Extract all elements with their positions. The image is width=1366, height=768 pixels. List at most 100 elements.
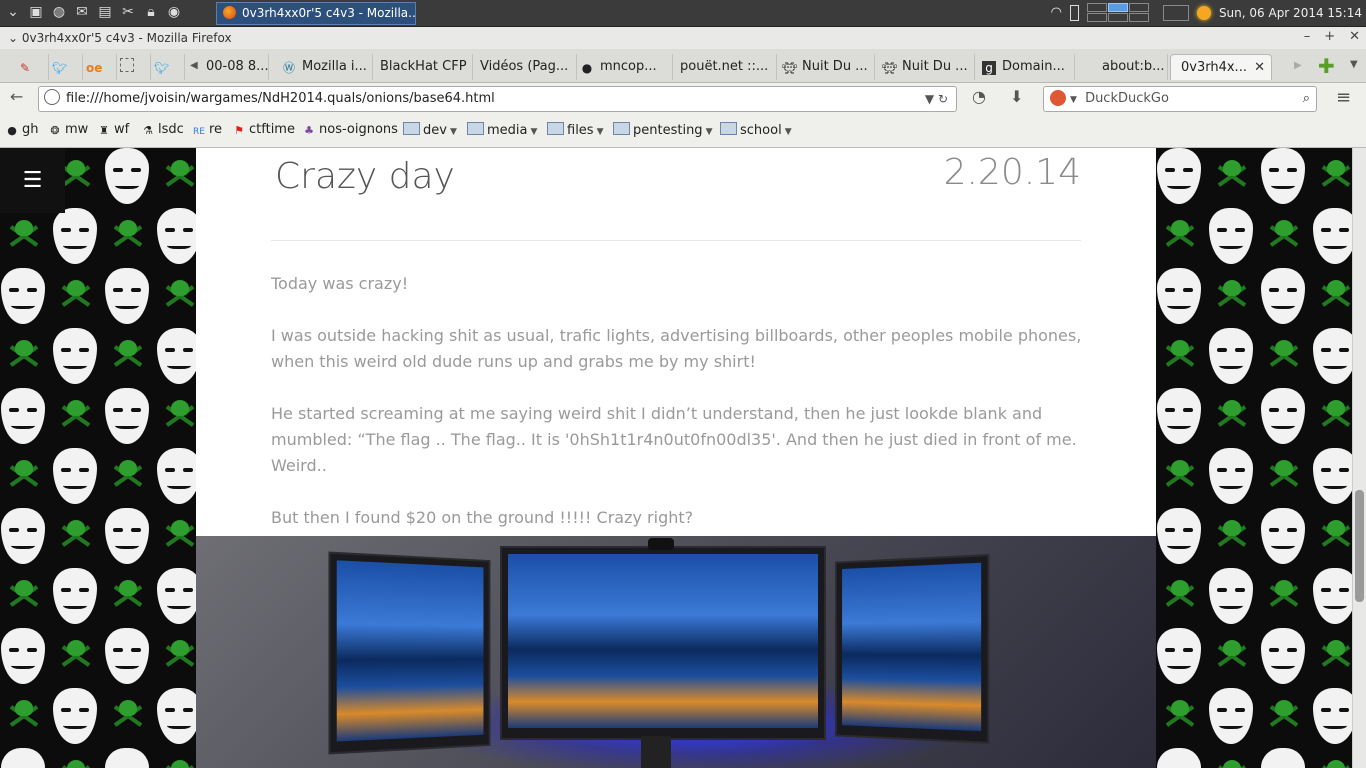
workspace-switcher[interactable] [1086, 3, 1149, 22]
pirate-skull-icon [1258, 686, 1310, 746]
pirate-skull-icon [50, 386, 102, 446]
url-bar[interactable]: file:///home/jvoisin/wargames/NdH2014.qu… [38, 86, 957, 112]
bookmark-label: wf [114, 122, 130, 137]
monitor-screen [508, 554, 818, 728]
bookmark-folder[interactable]: dev ▼ [403, 122, 457, 138]
bookmark-item[interactable]: RE re [192, 122, 222, 138]
tab-pinned-5[interactable]: 🐦︎ [154, 54, 185, 80]
close-tab-icon[interactable]: ✕ [1254, 55, 1265, 80]
tab-pinned-1[interactable]: ✎ [18, 54, 49, 80]
maximize-icon[interactable]: + [1324, 29, 1335, 44]
bookmark-label: mw [65, 122, 89, 137]
bookmark-folder[interactable]: school ▼ [720, 122, 792, 138]
tab-active[interactable]: 0v3rh4x... ✕ [1170, 54, 1272, 80]
workspace-3[interactable] [1128, 3, 1149, 12]
guy-fawkes-mask-icon [1258, 746, 1310, 768]
background-pattern-left [0, 148, 201, 768]
new-tab-icon[interactable]: ✚ [1318, 54, 1335, 78]
bookmark-item[interactable]: ⚗ lsdc [141, 122, 184, 137]
page-scrollbar[interactable] [1352, 148, 1366, 768]
workspace-5[interactable] [1107, 13, 1128, 22]
tab-item[interactable]: BlackHat CFP [370, 54, 473, 80]
pirate-skull-icon [50, 506, 102, 566]
close-window-icon[interactable]: ✕ [1349, 29, 1360, 44]
pirate-skull-icon [102, 206, 154, 266]
chevron-down-icon: ▼ [596, 127, 604, 137]
bookmark-folder[interactable]: pentesting ▼ [613, 122, 712, 138]
search-engine-dropdown-icon[interactable]: ▼ [1070, 95, 1077, 105]
monitor-screen [842, 562, 982, 732]
guy-fawkes-mask-icon [1154, 626, 1206, 686]
guy-fawkes-mask-icon [1206, 206, 1258, 266]
tab-item[interactable]: ● mncop... [574, 54, 673, 80]
tab-item[interactable]: 👾︎ Nuit Du ... [876, 54, 975, 80]
tabs-scroll-right-icon[interactable]: ▶ [1294, 60, 1302, 71]
tab-list-icon[interactable]: ▼ [1350, 59, 1358, 70]
back-arrow-icon[interactable]: ← [10, 87, 23, 106]
bookmark-folder[interactable]: media ▼ [467, 122, 537, 138]
weather-sun-icon[interactable] [1196, 5, 1211, 20]
tab-item[interactable]: about:b... [1076, 54, 1168, 80]
download-icon[interactable]: ⬇ [1010, 87, 1023, 106]
post-photo [196, 536, 1156, 768]
pirate-skull-icon [1206, 626, 1258, 686]
tab-item[interactable]: Ⓦ Mozilla i... [276, 54, 373, 80]
globe-icon[interactable]: ◍ [50, 3, 68, 21]
search-icon[interactable]: ⌕ [1303, 87, 1310, 111]
tab-item[interactable]: pouët.net ::... [672, 54, 777, 80]
workspace-2[interactable] [1107, 3, 1128, 12]
tools-icon[interactable]: ✂ [119, 3, 137, 21]
duckduckgo-icon[interactable] [1050, 90, 1066, 106]
menu-chevron-icon[interactable]: ⌄ [4, 3, 22, 21]
window-titlebar: ⌄ 0v3rh4xx0r'5 c4v3 - Mozilla Firefox – … [0, 27, 1366, 49]
tab-pinned-2[interactable]: 🐦︎ [52, 54, 83, 80]
bookmark-item[interactable]: ❂ mw [48, 122, 88, 137]
mail-icon[interactable]: ✉ [73, 3, 91, 21]
site-identity-icon[interactable] [44, 89, 60, 105]
window-menu-chevron-icon[interactable]: ⌄ [8, 31, 18, 45]
tab-pinned-4[interactable] [120, 54, 151, 80]
battery-icon[interactable] [1069, 4, 1079, 21]
tab-pinned-3[interactable]: oe [86, 54, 117, 80]
post-paragraph: Today was crazy! [271, 274, 409, 293]
guy-fawkes-mask-icon [102, 626, 154, 686]
users-icon[interactable]: ◉ [165, 3, 183, 21]
workspace-4[interactable] [1086, 13, 1107, 22]
calculator-icon[interactable]: ▤ [96, 3, 114, 21]
tab-item[interactable]: 👾︎ Nuit Du ... [776, 54, 875, 80]
bookmark-item[interactable]: ♜ wf [97, 122, 129, 137]
bookmark-item[interactable]: ● gh [5, 122, 38, 137]
bookmark-folder[interactable]: files ▼ [547, 122, 604, 138]
guy-fawkes-mask-icon [1258, 386, 1310, 446]
workspace-6[interactable] [1128, 13, 1149, 22]
guy-fawkes-mask-icon [1154, 746, 1206, 768]
bookmark-item[interactable]: ♣ nos-oignons [302, 122, 398, 137]
lock-icon[interactable]: 🔒︎ [142, 3, 160, 21]
scrollbar-thumb[interactable] [1355, 490, 1364, 602]
hamburger-icon[interactable]: ☰ [0, 148, 65, 213]
reload-icon[interactable]: ↻ [938, 92, 948, 106]
tab-item[interactable]: Vidéos (Pag... [470, 54, 577, 80]
workspace-extra[interactable] [1162, 4, 1189, 21]
tab-item[interactable]: g Domain... [976, 54, 1075, 80]
wifi-icon[interactable]: ◠ [1051, 5, 1062, 20]
guy-fawkes-mask-icon [0, 386, 50, 446]
search-input[interactable]: DuckDuckGo [1085, 91, 1169, 106]
history-dropdown-icon[interactable]: ▼ [925, 92, 934, 106]
tabs-scroll-left-icon[interactable]: ◀ [190, 60, 198, 71]
post-date: 2.20.14 [943, 152, 1081, 193]
workspace-1[interactable] [1086, 3, 1107, 12]
pirate-skull-icon [1258, 326, 1310, 386]
terminal-icon[interactable]: ▣ [27, 3, 45, 21]
minimize-icon[interactable]: – [1304, 29, 1311, 44]
firefox-menu-icon[interactable]: ≡ [1336, 87, 1351, 108]
url-text[interactable]: file:///home/jvoisin/wargames/NdH2014.qu… [66, 91, 495, 106]
guy-fawkes-mask-icon [1154, 148, 1206, 206]
search-bar[interactable]: ▼ DuckDuckGo ⌕ [1043, 86, 1317, 112]
blank-page-icon [120, 58, 134, 72]
tab-item[interactable]: 00-08 8... [206, 54, 269, 80]
taskbar-clock[interactable]: Sun, 06 Apr 2014 15:14 [1219, 6, 1362, 20]
rss-icon[interactable]: ◔ [972, 87, 986, 106]
taskbar-active-window[interactable]: 0v3rh4xx0r'5 c4v3 - Mozilla... [216, 2, 416, 25]
bookmark-item[interactable]: ⚑ ctftime [232, 122, 295, 137]
